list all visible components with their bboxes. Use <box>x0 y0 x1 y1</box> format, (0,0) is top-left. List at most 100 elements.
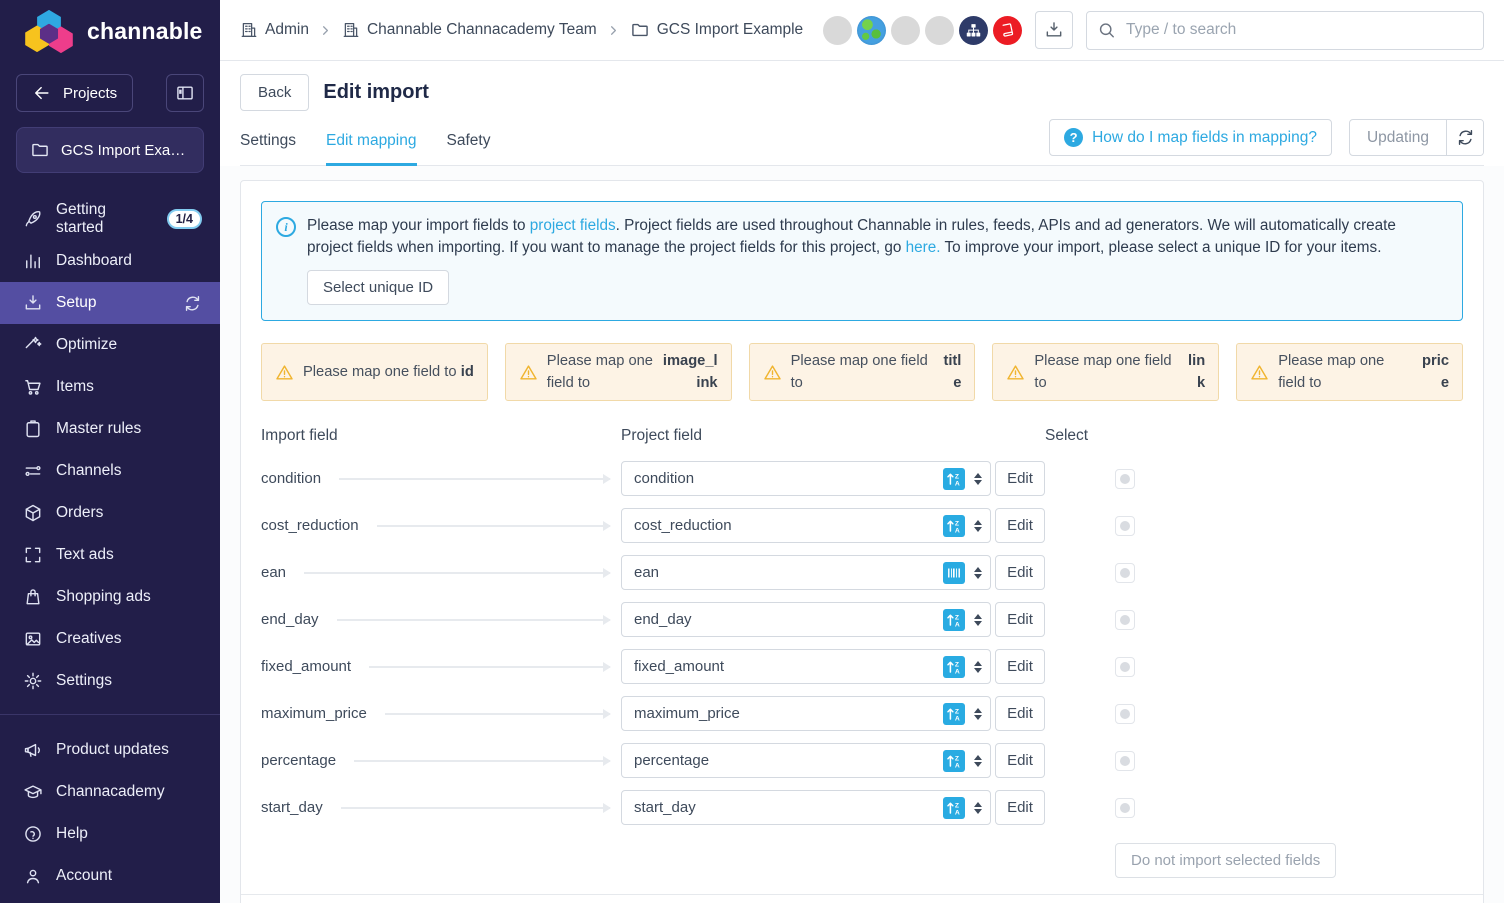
sidebar-item-setup[interactable]: Setup <box>0 282 220 324</box>
project-field-select[interactable]: fixed_amountZA <box>621 649 991 684</box>
svg-text:Z: Z <box>955 520 959 527</box>
sidebar-item-shopping-ads[interactable]: Shopping ads <box>0 576 220 618</box>
edit-button[interactable]: Edit <box>995 461 1045 496</box>
project-field-value: start_day <box>634 799 936 816</box>
select-checkbox[interactable] <box>1115 751 1135 771</box>
refresh-button[interactable] <box>1446 120 1483 155</box>
sidebar-item-orders[interactable]: Orders <box>0 492 220 534</box>
project-field-select[interactable]: maximum_priceZA <box>621 696 991 731</box>
collapse-sidebar-button[interactable] <box>166 74 204 112</box>
sidebar-item-getting-started[interactable]: Getting started1/4 <box>0 198 220 240</box>
project-field-value: cost_reduction <box>634 517 936 534</box>
sidebar-item-help[interactable]: Help <box>0 813 220 855</box>
select-checkbox[interactable] <box>1115 704 1135 724</box>
channels-icon <box>23 461 43 481</box>
do-not-import-button[interactable]: Do not import selected fields <box>1115 843 1336 878</box>
project-field-select[interactable]: percentageZA <box>621 743 991 778</box>
download-icon <box>23 293 43 313</box>
mapping-row: cost_reductioncost_reductionZAEdit <box>261 502 1463 549</box>
sidebar-item-channels[interactable]: Channels <box>0 450 220 492</box>
tab-bar: Settings Edit mapping Safety How do I map … <box>240 119 1484 166</box>
sidebar-item-label: Help <box>56 825 88 843</box>
edit-button[interactable]: Edit <box>995 790 1045 825</box>
tab-settings[interactable]: Settings <box>240 121 296 166</box>
mapping-arrow <box>304 572 610 574</box>
project-field-value: ean <box>634 564 936 581</box>
back-button[interactable]: Back <box>240 74 309 111</box>
download-button[interactable] <box>1035 11 1073 49</box>
question-icon <box>1064 128 1083 147</box>
sidebar-item-product-updates[interactable]: Product updates <box>0 729 220 771</box>
select-checkbox[interactable] <box>1115 610 1135 630</box>
select-chevrons-icon <box>972 567 983 579</box>
cart-icon <box>23 377 43 397</box>
warning-badge: Please map one field toimage_link <box>505 343 732 401</box>
current-project[interactable]: GCS Import Exam... <box>16 127 204 173</box>
project-field-select[interactable]: ean <box>621 555 991 590</box>
sidebar-item-channacademy[interactable]: Channacademy <box>0 771 220 813</box>
warning-field-name: title <box>937 350 961 394</box>
project-field-value: percentage <box>634 752 936 769</box>
select-checkbox[interactable] <box>1115 469 1135 489</box>
warning-badges: Please map one field toidPlease map one … <box>261 343 1463 401</box>
mapping-arrow <box>339 478 610 480</box>
import-field-name: maximum_price <box>261 705 367 722</box>
select-checkbox[interactable] <box>1115 657 1135 677</box>
sitemap-avatar[interactable] <box>959 16 988 45</box>
project-field-select[interactable]: cost_reductionZA <box>621 508 991 543</box>
column-header-import-field: Import field <box>261 427 621 445</box>
mapping-info-text: Please map your import fields to project… <box>307 215 1444 305</box>
select-unique-id-button[interactable]: Select unique ID <box>307 270 449 305</box>
edit-button[interactable]: Edit <box>995 649 1045 684</box>
breadcrumb-item[interactable]: Channable Channacademy Team <box>342 21 597 39</box>
sidebar-item-account[interactable]: Account <box>0 855 220 897</box>
selection-actions: Do not import selected fields <box>261 843 1463 878</box>
sidebar-item-text-ads[interactable]: Text ads <box>0 534 220 576</box>
tab-safety[interactable]: Safety <box>447 121 491 166</box>
chevron-right-icon <box>606 23 621 38</box>
edit-button[interactable]: Edit <box>995 743 1045 778</box>
projects-button[interactable]: Projects <box>16 74 133 112</box>
brackets-icon <box>23 545 43 565</box>
sidebar-item-optimize[interactable]: Optimize <box>0 324 220 366</box>
globe-avatar[interactable] <box>857 16 886 45</box>
breadcrumb-item[interactable]: GCS Import Example <box>630 20 803 40</box>
select-checkbox[interactable] <box>1115 798 1135 818</box>
project-field-select[interactable]: conditionZA <box>621 461 991 496</box>
sidebar-item-label: Orders <box>56 504 103 522</box>
warning-triangle-icon <box>1250 363 1269 382</box>
search-input[interactable] <box>1086 11 1484 50</box>
tab-edit-mapping[interactable]: Edit mapping <box>326 121 416 166</box>
sidebar-item-items[interactable]: Items <box>0 366 220 408</box>
edit-button[interactable]: Edit <box>995 508 1045 543</box>
here-link[interactable]: here. <box>906 239 941 256</box>
import-field-name: fixed_amount <box>261 658 351 675</box>
edit-button[interactable]: Edit <box>995 696 1045 731</box>
mapping-help-button[interactable]: How do I map fields in mapping? <box>1049 119 1332 156</box>
avatar[interactable] <box>823 16 852 45</box>
channable-logo-icon <box>24 9 74 53</box>
edit-button[interactable]: Edit <box>995 555 1045 590</box>
sort-alpha-icon: ZA <box>943 703 965 725</box>
sidebar-item-creatives[interactable]: Creatives <box>0 618 220 660</box>
sidebar-item-dashboard[interactable]: Dashboard <box>0 240 220 282</box>
select-checkbox[interactable] <box>1115 563 1135 583</box>
project-field-select[interactable]: end_dayZA <box>621 602 991 637</box>
gear-icon <box>23 671 43 691</box>
topbar-right <box>823 11 1484 50</box>
select-checkbox[interactable] <box>1115 516 1135 536</box>
channable-logo[interactable]: channable <box>0 0 220 62</box>
svg-text:A: A <box>955 809 960 816</box>
project-field-select[interactable]: start_dayZA <box>621 790 991 825</box>
sidebar-item-master-rules[interactable]: Master rules <box>0 408 220 450</box>
avatar[interactable] <box>925 16 954 45</box>
breadcrumb-item[interactable]: Admin <box>240 21 309 39</box>
mapping-arrow <box>341 807 610 809</box>
book-avatar[interactable] <box>993 16 1022 45</box>
avatar[interactable] <box>891 16 920 45</box>
edit-button[interactable]: Edit <box>995 602 1045 637</box>
warning-message: Please map one field to <box>547 350 659 394</box>
project-fields-link[interactable]: project fields <box>530 217 616 234</box>
import-field-name: condition <box>261 470 321 487</box>
sidebar-item-settings[interactable]: Settings <box>0 660 220 702</box>
